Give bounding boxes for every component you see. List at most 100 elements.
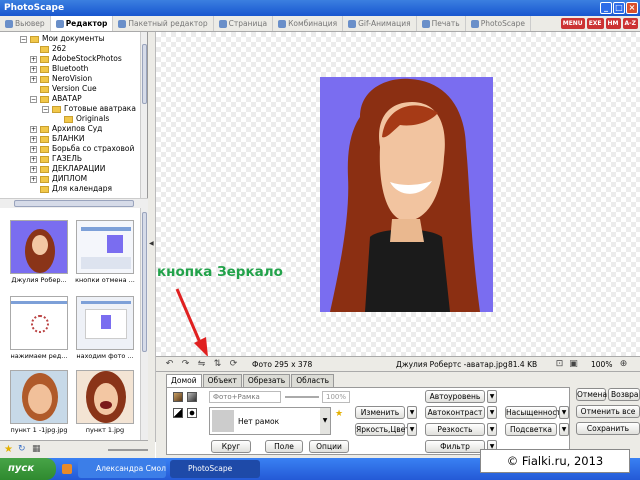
tree-item[interactable]: + БЛАНКИ <box>30 134 85 144</box>
thumbnail[interactable]: пункт 1 -1jpg.jpg <box>8 370 70 434</box>
actual-size-icon[interactable]: ▣ <box>568 359 579 370</box>
expand-icon[interactable]: + <box>30 135 37 143</box>
maximize-icon[interactable]: □ <box>613 2 625 14</box>
tree-item[interactable]: + ДИПЛОМ <box>30 174 87 184</box>
thumbs-scrollbar[interactable] <box>140 208 148 440</box>
scroll-thumb[interactable] <box>142 212 147 352</box>
thumbnail[interactable]: Джулия Робер... <box>8 220 70 284</box>
autolevel-button[interactable]: Автоуровень <box>425 390 485 403</box>
tree-item[interactable]: Originals <box>64 114 109 124</box>
options-button[interactable]: Опции <box>309 440 349 453</box>
zoom-in-icon[interactable]: ⊕ <box>618 359 629 370</box>
tab-gif-animation[interactable]: Gif-Анимация <box>343 16 417 31</box>
expand-icon[interactable]: + <box>30 125 37 133</box>
sharpness-dropdown[interactable]: ▼ <box>487 423 497 436</box>
tab-print[interactable]: Печать <box>417 16 466 31</box>
backlight-dropdown[interactable]: ▼ <box>559 423 569 436</box>
filter-button[interactable]: Фильтр <box>425 440 485 453</box>
vignette-icon[interactable] <box>187 408 197 418</box>
refresh-icon[interactable]: ↻ <box>18 444 26 454</box>
tree-hscrollbar[interactable] <box>0 198 148 208</box>
scroll-thumb[interactable] <box>14 200 134 207</box>
tab-combine[interactable]: Комбинация <box>273 16 344 31</box>
opacity-value[interactable]: 100% <box>322 391 350 403</box>
tree-item[interactable]: − Готовые аватрака <box>42 104 136 114</box>
contrast-icon[interactable] <box>173 408 183 418</box>
tree-item[interactable]: − АВАТАР <box>30 94 82 104</box>
backlight-button[interactable]: Подсветка <box>505 423 557 436</box>
panel-splitter[interactable]: ◀ <box>148 32 156 442</box>
resize-dropdown[interactable]: ▼ <box>407 406 417 419</box>
exe-badge[interactable]: EXE <box>586 18 604 29</box>
tree-item[interactable]: + ГАЗЕЛЬ <box>30 154 82 164</box>
tab-object[interactable]: Объект <box>202 374 242 387</box>
round-button[interactable]: Круг <box>211 440 251 453</box>
menu-badge[interactable]: MENU <box>560 18 585 29</box>
tree-item[interactable]: + Архипов Суд <box>30 124 102 134</box>
collapse-arrow-icon[interactable]: ◀ <box>149 240 154 247</box>
tree-item[interactable]: + Борьба со страховой <box>30 144 134 154</box>
grid-icon[interactable]: ▦ <box>32 444 41 454</box>
tree-scrollbar[interactable] <box>140 32 147 198</box>
hm-badge[interactable]: HM <box>605 18 621 29</box>
sharpness-button[interactable]: Резкость <box>425 423 485 436</box>
undo-icon[interactable]: ↶ <box>164 359 175 370</box>
opacity-slider[interactable] <box>285 396 319 398</box>
tab-photoscape[interactable]: PhotoScape <box>466 16 531 31</box>
expand-icon[interactable]: + <box>30 145 37 153</box>
tab-viewer[interactable]: Вьювер <box>0 16 51 31</box>
tab-editor[interactable]: Редактор <box>50 16 114 31</box>
tree-item[interactable]: + ДЕКЛАРАЦИИ <box>30 164 105 174</box>
redo-button[interactable]: Возвра <box>608 388 640 401</box>
flip-icon[interactable]: ⇅ <box>212 359 223 370</box>
brightness-dropdown[interactable]: ▼ <box>407 423 417 436</box>
thumbnail[interactable]: кнопки отмена ... <box>74 220 136 284</box>
frame-select[interactable]: Нет рамок ▼ <box>209 407 331 435</box>
collapse-icon[interactable]: − <box>20 35 27 43</box>
field-button[interactable]: Поле <box>265 440 303 453</box>
edited-photo[interactable] <box>320 77 493 312</box>
start-button[interactable]: пуск <box>0 458 56 480</box>
thumbnail[interactable]: нажимаем ред... <box>8 296 70 360</box>
autolevel-dropdown[interactable]: ▼ <box>487 390 497 403</box>
tree-item[interactable]: Version Cue <box>40 84 97 94</box>
redo-icon[interactable]: ↷ <box>180 359 191 370</box>
fit-icon[interactable]: ⊡ <box>554 359 565 370</box>
brightness-button[interactable]: Яркость,Цвет <box>355 423 410 436</box>
tab-home[interactable]: Домой <box>166 374 202 387</box>
taskbar-task-active[interactable]: PhotoScape <box>170 460 260 478</box>
collapse-icon[interactable]: − <box>42 105 49 113</box>
saturation-dropdown[interactable]: ▼ <box>559 406 569 419</box>
thumbnail-image[interactable] <box>10 296 68 350</box>
chevron-down-icon[interactable]: ▼ <box>320 408 330 434</box>
az-badge[interactable]: A-Z <box>622 18 638 29</box>
undo-all-button[interactable]: Отменить все <box>576 405 640 418</box>
rotate-icon[interactable]: ⟳ <box>228 359 239 370</box>
expand-icon[interactable]: + <box>30 75 37 83</box>
tab-crop[interactable]: Обрезать <box>242 374 291 387</box>
tree-item[interactable]: + Bluetooth <box>30 64 88 74</box>
thumbnail[interactable]: пункт 1.jpg <box>74 370 136 434</box>
mirror-icon[interactable]: ⇋ <box>196 359 207 370</box>
thumb-size-slider[interactable] <box>108 449 148 451</box>
taskbar-task[interactable]: Александра Смолен... <box>78 460 166 478</box>
thumbnail-image[interactable] <box>10 220 68 274</box>
resize-button[interactable]: Изменить <box>355 406 405 419</box>
expand-icon[interactable]: + <box>30 155 37 163</box>
thumbnail-image[interactable] <box>10 370 68 424</box>
saturation-button[interactable]: Насыщенность <box>505 406 565 419</box>
tab-batch-editor[interactable]: Пакетный редактор <box>113 16 214 31</box>
frame-style-icon[interactable] <box>173 392 183 402</box>
minimize-icon[interactable]: _ <box>600 2 612 14</box>
expand-icon[interactable]: + <box>30 65 37 73</box>
expand-icon[interactable]: + <box>30 55 37 63</box>
thumbnail-image[interactable] <box>76 296 134 350</box>
thumbnail-image[interactable] <box>76 370 134 424</box>
save-button[interactable]: Сохранить <box>576 422 640 435</box>
star-icon[interactable]: ★ <box>4 444 13 455</box>
expand-icon[interactable]: + <box>30 165 37 173</box>
expand-icon[interactable]: + <box>30 175 37 183</box>
tree-item[interactable]: 262 <box>40 44 66 54</box>
thumbnail-image[interactable] <box>76 220 134 274</box>
undo-button[interactable]: Отмена <box>576 388 607 401</box>
